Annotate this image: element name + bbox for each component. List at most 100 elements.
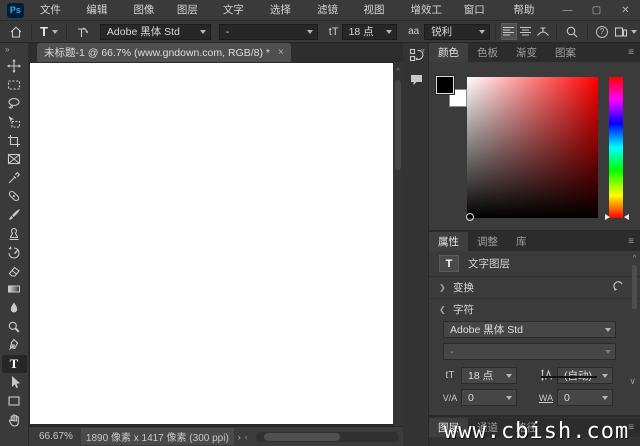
history-brush-tool[interactable] bbox=[2, 243, 27, 262]
chevron-down-icon: ❮ bbox=[439, 305, 447, 314]
char-font-style-select[interactable]: - bbox=[443, 343, 616, 360]
marquee-tool[interactable] bbox=[2, 76, 27, 95]
scroll-up-icon[interactable]: ^ bbox=[393, 68, 403, 75]
menu-plugins[interactable]: 增效工具 bbox=[403, 0, 456, 21]
panel-menu-icon[interactable]: ≡ bbox=[628, 47, 634, 58]
panel-overflow-icon[interactable]: ∨ bbox=[629, 376, 636, 387]
char-tracking-select[interactable]: 0 bbox=[557, 389, 613, 406]
tab-adjustments[interactable]: 调整 bbox=[468, 232, 507, 251]
chevron-down-icon bbox=[598, 368, 612, 383]
hue-slider[interactable] bbox=[609, 77, 623, 218]
toolbar-expand-icon[interactable]: » bbox=[0, 43, 28, 57]
menu-layer[interactable]: 图层(L) bbox=[169, 0, 215, 21]
foreground-color-swatch[interactable] bbox=[436, 76, 454, 94]
tab-properties[interactable]: 属性 bbox=[429, 232, 468, 251]
history-panel-icon[interactable] bbox=[403, 43, 429, 67]
type-tool-preset-icon[interactable]: T bbox=[37, 23, 61, 41]
lasso-tool[interactable] bbox=[2, 94, 27, 113]
char-font-size-select[interactable]: 18 点 bbox=[461, 367, 517, 384]
character-section-header[interactable]: ❮ 字符 bbox=[429, 298, 640, 319]
hue-slider-handle[interactable] bbox=[624, 214, 629, 220]
properties-scrollbar[interactable]: ^ bbox=[631, 255, 638, 375]
hand-tool[interactable] bbox=[2, 410, 27, 429]
status-popup-icon[interactable]: › bbox=[238, 432, 241, 442]
eyedropper-tool[interactable] bbox=[2, 169, 27, 188]
scroll-left-icon[interactable]: ‹ bbox=[245, 432, 248, 442]
close-tab-icon[interactable]: × bbox=[278, 47, 284, 58]
menu-type[interactable]: 文字(Y) bbox=[215, 0, 262, 21]
anti-alias-select[interactable]: 锐利 bbox=[424, 24, 489, 40]
menu-filter[interactable]: 滤镜(T) bbox=[309, 0, 356, 21]
color-panel-tabs: 颜色 色板 渐变 图案 ≡ bbox=[429, 43, 640, 62]
char-font-family-select[interactable]: Adobe 黑体 Std bbox=[443, 321, 616, 338]
saturation-brightness-field[interactable] bbox=[467, 77, 598, 218]
document-tab-bar: 未标题-1 @ 66.7% (www.gndown.com, RGB/8) * … bbox=[29, 43, 403, 62]
close-button[interactable]: ✕ bbox=[611, 0, 640, 20]
vertical-scrollbar[interactable]: ^ bbox=[393, 62, 403, 426]
help-icon[interactable]: ? bbox=[593, 23, 611, 41]
text-orientation-icon[interactable] bbox=[72, 23, 92, 41]
crop-tool[interactable] bbox=[2, 131, 27, 150]
tab-color[interactable]: 颜色 bbox=[429, 43, 468, 62]
search-icon[interactable] bbox=[562, 23, 582, 41]
move-tool[interactable] bbox=[2, 57, 27, 76]
comments-panel-icon[interactable] bbox=[403, 67, 429, 91]
dodge-tool[interactable] bbox=[2, 317, 27, 336]
spot-healing-brush-tool[interactable] bbox=[2, 187, 27, 206]
document-canvas[interactable] bbox=[30, 63, 393, 424]
character-style-row: - bbox=[429, 338, 640, 360]
reset-transform-icon[interactable] bbox=[612, 280, 624, 295]
panels-toggle-icon[interactable] bbox=[611, 23, 640, 41]
menu-window[interactable]: 窗口(W) bbox=[456, 0, 506, 21]
font-family-select[interactable]: Adobe 黑体 Std bbox=[100, 24, 211, 40]
chevron-down-icon bbox=[601, 344, 615, 359]
scroll-up-icon[interactable]: ^ bbox=[631, 255, 638, 262]
tab-patterns[interactable]: 图案 bbox=[546, 43, 585, 62]
kerning-cell: V/A 0 bbox=[439, 389, 535, 406]
tab-swatches[interactable]: 色板 bbox=[468, 43, 507, 62]
menu-select[interactable]: 选择(S) bbox=[262, 0, 309, 21]
chevron-right-icon: ❯ bbox=[439, 283, 447, 292]
tab-libraries[interactable]: 库 bbox=[507, 232, 536, 251]
horizontal-scrollbar[interactable] bbox=[256, 432, 399, 442]
photoshop-logo-icon: Ps bbox=[7, 3, 24, 18]
panel-menu-icon[interactable]: ≡ bbox=[628, 236, 634, 247]
panel-icon-strip: « bbox=[403, 43, 429, 446]
font-style-select[interactable]: - bbox=[219, 24, 318, 40]
gradient-tool[interactable] bbox=[2, 280, 27, 299]
pen-tool[interactable] bbox=[2, 336, 27, 355]
minimize-button[interactable]: — bbox=[553, 0, 582, 20]
properties-scroll-thumb[interactable] bbox=[632, 265, 637, 309]
menu-edit[interactable]: 编辑(E) bbox=[78, 0, 125, 21]
font-size-select[interactable]: 18 点 bbox=[342, 24, 397, 40]
transform-section-header[interactable]: ❯ 变换 bbox=[429, 277, 640, 298]
chevron-down-icon bbox=[502, 368, 516, 383]
hue-slider-handle[interactable] bbox=[605, 214, 610, 220]
path-selection-tool[interactable] bbox=[2, 373, 27, 392]
home-icon[interactable] bbox=[6, 23, 26, 41]
warp-text-button[interactable] bbox=[534, 23, 551, 40]
brush-tool[interactable] bbox=[2, 206, 27, 225]
menu-view[interactable]: 视图(V) bbox=[356, 0, 403, 21]
rectangle-tool[interactable] bbox=[2, 392, 27, 411]
menu-image[interactable]: 图像(I) bbox=[125, 0, 168, 21]
type-tool[interactable]: T bbox=[2, 355, 27, 374]
blur-tool[interactable] bbox=[2, 299, 27, 318]
menu-help[interactable]: 帮助(H) bbox=[505, 0, 553, 21]
align-left-button[interactable] bbox=[501, 23, 518, 40]
expand-panels-icon[interactable]: « bbox=[420, 45, 425, 55]
frame-tool[interactable] bbox=[2, 150, 27, 169]
clone-stamp-tool[interactable] bbox=[2, 224, 27, 243]
eraser-tool[interactable] bbox=[2, 262, 27, 281]
align-center-button[interactable] bbox=[517, 23, 534, 40]
vertical-scroll-thumb[interactable] bbox=[395, 80, 401, 170]
zoom-level[interactable]: 66.67% bbox=[39, 431, 73, 442]
maximize-button[interactable]: ▢ bbox=[582, 0, 611, 20]
tab-gradients[interactable]: 渐变 bbox=[507, 43, 546, 62]
menu-file[interactable]: 文件(F) bbox=[32, 0, 79, 21]
horizontal-scroll-thumb[interactable] bbox=[264, 433, 340, 441]
object-selection-tool[interactable] bbox=[2, 113, 27, 132]
char-kerning-select[interactable]: 0 bbox=[461, 389, 517, 406]
color-picker-ring[interactable] bbox=[466, 213, 474, 221]
document-tab[interactable]: 未标题-1 @ 66.7% (www.gndown.com, RGB/8) * … bbox=[37, 43, 291, 62]
